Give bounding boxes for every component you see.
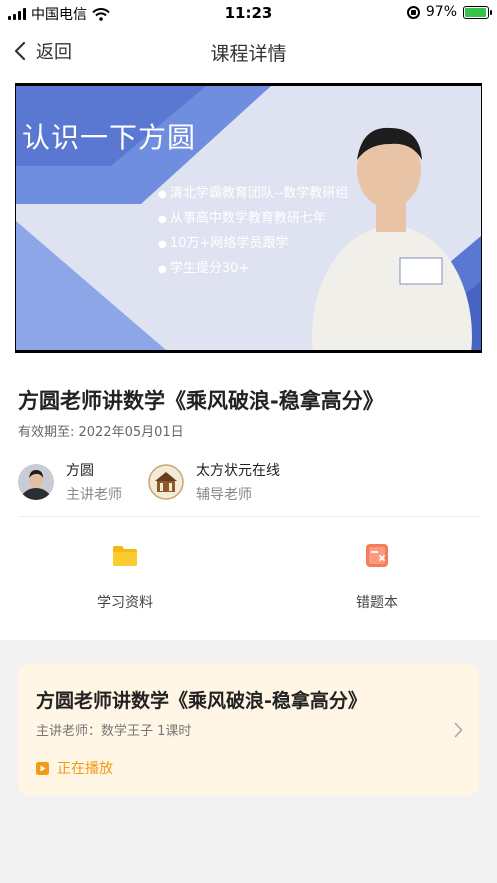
avatar xyxy=(148,464,184,500)
now-playing-label: 正在播放 xyxy=(57,761,113,777)
nav-bar: 返回 课程详情 xyxy=(0,30,497,74)
main-teacher[interactable]: 方圆 主讲老师 xyxy=(18,460,122,504)
slide-bullet: 10万+网络学员跟学 xyxy=(158,232,348,257)
tool-label: 学习资料 xyxy=(97,595,153,611)
divider xyxy=(18,516,480,517)
slide-title: 认识一下方圆 xyxy=(22,121,197,154)
slide-bullet: 学生提分30+ xyxy=(158,257,348,282)
valid-until: 有效期至: 2022年05月01日 xyxy=(18,425,184,440)
slide-bullet: 从事高中数学教育教研七年 xyxy=(158,207,348,232)
course-detail-panel: 中国电信 11:23 97% 返回 课程详情 认识一下方圆 ● 清北学霸教育团队… xyxy=(0,0,497,640)
folder-icon xyxy=(113,546,137,566)
teacher-name: 方圆 xyxy=(66,463,94,479)
tool-label: 错题本 xyxy=(356,595,398,611)
battery-icon xyxy=(463,5,492,19)
page-title: 课程详情 xyxy=(210,43,287,65)
teacher-name: 太方状元在线 xyxy=(196,463,280,479)
slide-bullets: 清北学霸教育团队--数学教研组 从事高中数学教育教研七年 10万+网络学员跟学 … xyxy=(158,182,348,282)
study-materials-button[interactable]: 学习资料 xyxy=(65,540,185,612)
lesson-title: 方圆老师讲数学《乘风破浪-稳拿高分》 xyxy=(36,690,367,712)
battery-percent: 97% xyxy=(425,4,457,20)
course-title: 方圆老师讲数学《乘风破浪-稳拿高分》 xyxy=(18,389,384,413)
slide-bullet: 清北学霸教育团队--数学教研组 xyxy=(158,182,348,207)
assistant-teacher[interactable]: 太方状元在线 辅导老师 xyxy=(148,460,280,504)
lesson-card[interactable]: 方圆老师讲数学《乘风破浪-稳拿高分》 主讲老师：数学王子 1课时 正在播放 xyxy=(18,664,479,796)
rotation-lock-icon xyxy=(406,5,420,19)
video-player[interactable]: 认识一下方圆 清北学霸教育团队--数学教研组 从事高中数学教育教研七年 10万+… xyxy=(15,83,482,353)
teacher-role: 辅导老师 xyxy=(196,487,252,503)
chevron-right-icon xyxy=(454,722,463,738)
teacher-role: 主讲老师 xyxy=(66,487,122,503)
now-playing-status: 正在播放 xyxy=(36,758,113,778)
wrong-questions-button[interactable]: 错题本 xyxy=(317,540,437,612)
avatar xyxy=(18,464,54,500)
status-right: 97% xyxy=(406,4,492,20)
status-bar: 中国电信 11:23 97% xyxy=(0,0,497,26)
lesson-meta: 主讲老师：数学王子 1课时 xyxy=(36,724,192,739)
wrong-questions-icon xyxy=(366,544,388,567)
play-icon xyxy=(36,761,49,775)
video-frame: 认识一下方圆 清北学霸教育团队--数学教研组 从事高中数学教育教研七年 10万+… xyxy=(16,86,481,350)
